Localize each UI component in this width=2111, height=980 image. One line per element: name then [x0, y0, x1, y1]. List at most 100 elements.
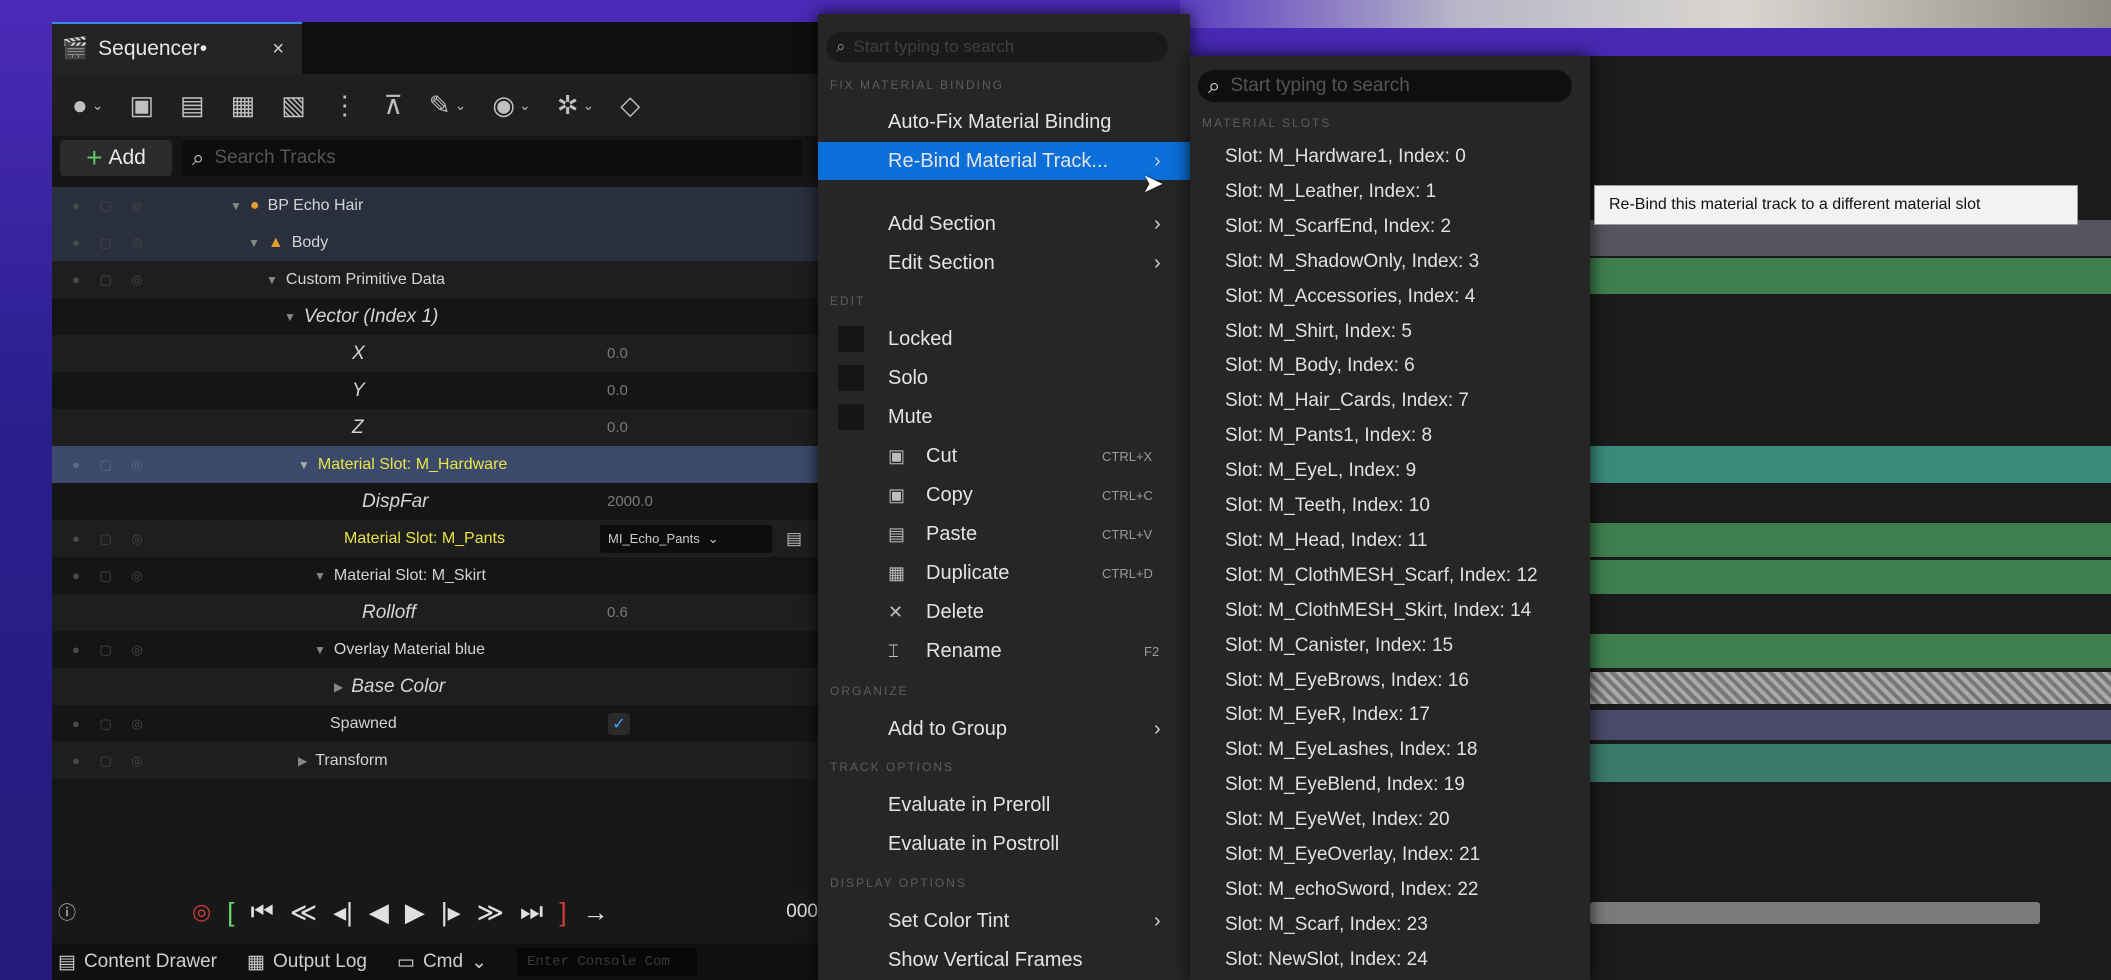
next-key-icon[interactable]: ≫	[477, 897, 504, 928]
menu-item-cut[interactable]: ▣ Cut CTRL+X	[818, 437, 1190, 475]
timeline-section[interactable]	[1590, 744, 2111, 782]
menu-item-paste[interactable]: ▤ Paste CTRL+V	[818, 515, 1190, 553]
material-slot-item[interactable]: Slot: M_EyeBlend, Index: 19	[1225, 774, 1465, 796]
track-controls[interactable]: ● ▢ ◎	[72, 198, 222, 214]
menu-item-rename[interactable]: ⌶ Rename F2	[818, 632, 1190, 670]
jump-start-icon[interactable]: ⏮	[250, 896, 273, 928]
track-controls[interactable]: ● ▢ ◎	[72, 642, 222, 658]
track-controls[interactable]: ● ▢ ◎	[72, 753, 222, 769]
spawned-checkbox[interactable]: ✓	[608, 712, 630, 735]
search-tracks-input[interactable]: ⌕ Search Tracks	[182, 140, 802, 176]
start-bracket-icon[interactable]: [	[227, 897, 234, 928]
expand-arrow-icon[interactable]: ▼	[298, 458, 310, 472]
timeline-section[interactable]	[1590, 523, 2111, 557]
expand-arrow-icon[interactable]: ▶	[298, 754, 307, 768]
browse-icon[interactable]: ▤	[180, 90, 205, 121]
expand-arrow-icon[interactable]: ▶	[334, 680, 343, 694]
material-slot-item[interactable]: Slot: M_EyeLashes, Index: 18	[1225, 739, 1477, 761]
material-slot-item[interactable]: Slot: M_EyeBrows, Index: 16	[1225, 670, 1469, 692]
timeline-track-bar[interactable]	[1590, 220, 2111, 256]
timeline-section-hatched[interactable]	[1590, 672, 2111, 704]
cmd-dropdown[interactable]: ▭ Cmd ⌄	[397, 951, 487, 974]
settings-icon[interactable]: ✲ ⌄	[557, 90, 595, 121]
expand-arrow-icon[interactable]: ▼	[248, 236, 260, 250]
material-slot-item[interactable]: Slot: M_ClothMESH_Scarf, Index: 12	[1225, 565, 1538, 587]
expand-arrow-icon[interactable]: ▼	[266, 273, 278, 287]
wrench-icon[interactable]: ✎ ⌄	[429, 90, 467, 121]
prev-key-icon[interactable]: ≪	[290, 897, 317, 928]
menu-item-auto-fix[interactable]: Auto-Fix Material Binding	[818, 103, 1190, 141]
menu-item-set-color-tint[interactable]: Set Color Tint ›	[818, 902, 1190, 940]
material-slot-item[interactable]: Slot: M_Hardware1, Index: 0	[1225, 146, 1466, 168]
menu-search-input[interactable]: ⌕ Start typing to search	[826, 32, 1168, 62]
console-input[interactable]: Enter Console Com	[517, 948, 697, 976]
material-slot-item[interactable]: Slot: M_ClothMESH_Skirt, Index: 14	[1225, 600, 1531, 622]
timeline-section[interactable]	[1590, 258, 2111, 294]
timeline-scrollbar[interactable]	[1590, 902, 2040, 924]
track-controls[interactable]: ● ▢ ◎	[72, 531, 222, 547]
material-slot-item[interactable]: Slot: M_Hair_Cards, Index: 7	[1225, 390, 1469, 412]
expand-arrow-icon[interactable]: ▼	[230, 199, 242, 213]
track-value[interactable]: 0.6	[607, 604, 628, 621]
track-controls[interactable]: ● ▢ ◎	[72, 716, 222, 732]
material-slot-item[interactable]: Slot: M_Canister, Index: 15	[1225, 635, 1453, 657]
diamond-icon[interactable]: ◇	[620, 90, 640, 121]
play-reverse-icon[interactable]: ◀	[369, 897, 389, 928]
mute-checkbox[interactable]	[838, 404, 864, 430]
material-slot-item[interactable]: Slot: M_Shirt, Index: 5	[1225, 321, 1412, 343]
locked-checkbox[interactable]	[838, 326, 864, 352]
submenu-search-input[interactable]: ⌕ Start typing to search	[1198, 70, 1572, 102]
material-slot-item[interactable]: Slot: M_Head, Index: 11	[1225, 530, 1427, 552]
track-controls[interactable]: ● ▢ ◎	[72, 235, 222, 251]
material-slot-item[interactable]: Slot: M_Accessories, Index: 4	[1225, 286, 1475, 308]
world-icon[interactable]: ● ⌄	[72, 90, 103, 121]
material-slot-item[interactable]: Slot: M_Pants1, Index: 8	[1225, 425, 1432, 447]
material-slot-item[interactable]: Slot: M_EyeOverlay, Index: 21	[1225, 844, 1480, 866]
menu-item-rebind[interactable]: Re-Bind Material Track... ›	[818, 142, 1190, 180]
browse-folder-icon[interactable]: ▤	[786, 529, 802, 549]
track-value[interactable]: 0.0	[607, 345, 628, 362]
content-drawer-button[interactable]: ▤ Content Drawer	[58, 951, 217, 974]
loop-icon[interactable]: →	[583, 897, 609, 928]
menu-item-locked[interactable]: Locked	[818, 320, 1190, 358]
save-icon[interactable]: ▣	[129, 90, 154, 121]
material-slot-item[interactable]: Slot: M_ScarfEnd, Index: 2	[1225, 216, 1451, 238]
material-slot-item[interactable]: Slot: M_Body, Index: 6	[1225, 355, 1415, 377]
record-icon[interactable]: ◎	[192, 899, 211, 925]
menu-item-copy[interactable]: ▣ Copy CTRL+C	[818, 476, 1190, 514]
menu-item-add-to-group[interactable]: Add to Group ›	[818, 710, 1190, 748]
track-value[interactable]: 0.0	[607, 382, 628, 399]
prev-frame-icon[interactable]: ◂|	[333, 897, 353, 928]
play-icon[interactable]: ▶	[405, 897, 425, 928]
material-dropdown[interactable]: MI_Echo_Pants ⌄	[600, 524, 772, 553]
timeline-section[interactable]	[1590, 634, 2111, 668]
tab-sequencer[interactable]: 🎬 Sequencer• ×	[52, 22, 302, 74]
add-track-button[interactable]: + Add	[60, 140, 172, 176]
track-controls[interactable]: ● ▢ ◎	[72, 457, 222, 473]
timeline-section[interactable]	[1590, 446, 2111, 483]
material-slot-item[interactable]: Slot: M_EyeL, Index: 9	[1225, 460, 1416, 482]
menu-item-mute[interactable]: Mute	[818, 398, 1190, 436]
jump-end-icon[interactable]: ⏭	[520, 896, 543, 928]
render-movie-icon[interactable]: ▦	[231, 90, 256, 121]
menu-item-delete[interactable]: ✕ Delete	[818, 593, 1190, 631]
track-value[interactable]: 0.0	[607, 419, 628, 436]
eye-icon[interactable]: ◉ ⌄	[492, 90, 530, 121]
expand-arrow-icon[interactable]: ▼	[284, 310, 296, 324]
track-value[interactable]: 2000.0	[607, 493, 653, 510]
clapper-icon[interactable]: ▧	[281, 90, 306, 121]
menu-item-duplicate[interactable]: ▦ Duplicate CTRL+D	[818, 554, 1190, 592]
timeline-section[interactable]	[1590, 560, 2111, 594]
material-slot-item[interactable]: Slot: M_Scarf, Index: 23	[1225, 914, 1428, 936]
solo-checkbox[interactable]	[838, 365, 864, 391]
menu-item-add-section[interactable]: Add Section ›	[818, 205, 1190, 243]
material-slot-item[interactable]: Slot: M_echoSword, Index: 22	[1225, 879, 1478, 901]
material-slot-item[interactable]: Slot: M_Leather, Index: 1	[1225, 181, 1436, 203]
material-slot-item[interactable]: Slot: M_EyeWet, Index: 20	[1225, 809, 1450, 831]
track-controls[interactable]: ● ▢ ◎	[72, 568, 222, 584]
timeline-section[interactable]	[1590, 710, 2111, 740]
menu-item-eval-preroll[interactable]: Evaluate in Preroll	[818, 786, 1190, 824]
frame-counter[interactable]: 000	[786, 901, 818, 923]
next-frame-icon[interactable]: |▸	[441, 897, 461, 928]
expand-arrow-icon[interactable]: ▼	[314, 643, 326, 657]
